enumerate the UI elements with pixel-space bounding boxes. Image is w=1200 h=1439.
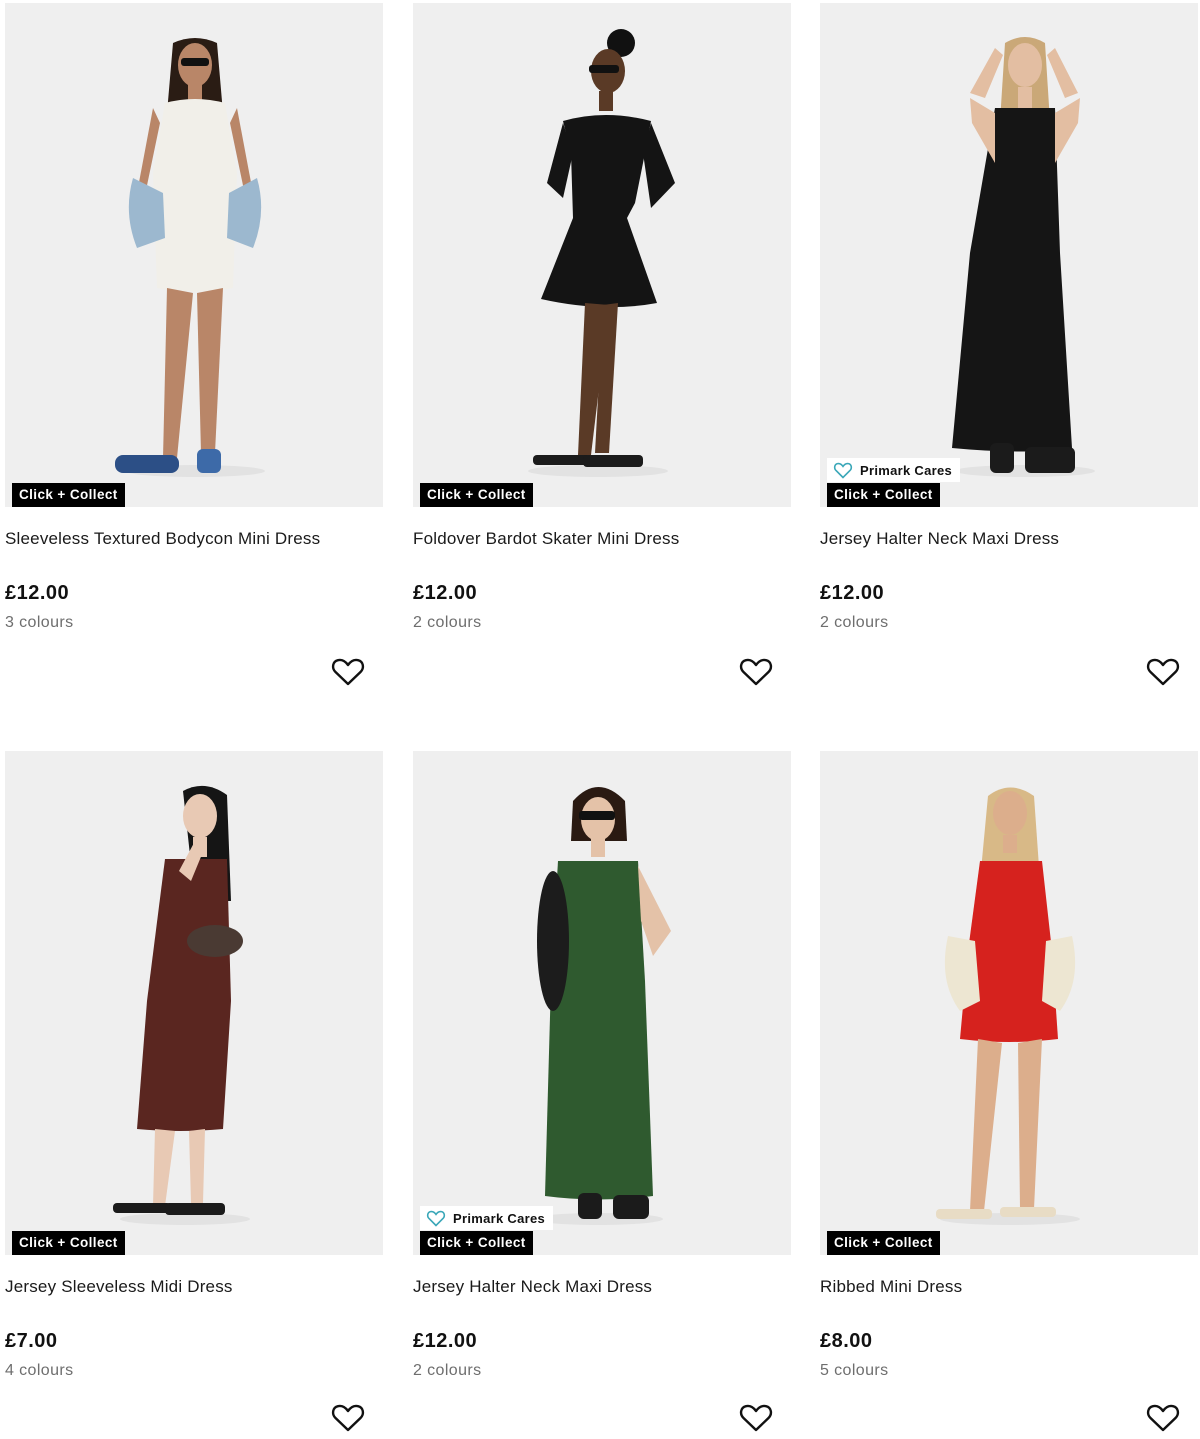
product-colours[interactable]: 4 colours (5, 1362, 383, 1380)
product-price: £8.00 (820, 1330, 873, 1352)
product-price: £12.00 (413, 1330, 478, 1352)
image-badges: Primark Cares Click + Collect (827, 458, 961, 507)
add-to-wishlist-button[interactable] (739, 1403, 773, 1433)
image-badges: Click + Collect (12, 1231, 125, 1255)
product-card[interactable]: Primark Cares Click + Collect Jersey Hal… (413, 751, 791, 1432)
heart-outline-teal-icon (833, 462, 853, 479)
product-colours[interactable]: 5 colours (820, 1362, 1198, 1380)
add-to-wishlist-button[interactable] (331, 1403, 365, 1433)
product-title[interactable]: Sleeveless Textured Bodycon Mini Dress (5, 529, 383, 549)
primark-cares-label: Primark Cares (860, 462, 953, 478)
click-collect-badge: Click + Collect (420, 1231, 533, 1255)
product-title[interactable]: Ribbed Mini Dress (820, 1277, 1198, 1297)
product-price: £12.00 (820, 582, 885, 604)
product-image[interactable]: Primark Cares Click + Collect (820, 3, 1198, 507)
primark-cares-label: Primark Cares (453, 1210, 546, 1226)
heart-outline-teal-icon (426, 1210, 446, 1227)
product-image[interactable]: Click + Collect (5, 751, 383, 1255)
product-title[interactable]: Foldover Bardot Skater Mini Dress (413, 529, 791, 549)
model-figure (936, 787, 1080, 1225)
click-collect-badge: Click + Collect (12, 483, 125, 507)
product-grid: Click + Collect Sleeveless Textured Body… (0, 0, 1200, 1439)
product-image[interactable]: Click + Collect (413, 3, 791, 507)
product-title[interactable]: Jersey Halter Neck Maxi Dress (413, 1277, 791, 1297)
add-to-wishlist-button[interactable] (739, 657, 773, 687)
heart-outline-icon (331, 658, 365, 686)
heart-outline-icon (1146, 658, 1180, 686)
model-figure (113, 785, 250, 1225)
click-collect-badge: Click + Collect (420, 483, 533, 507)
product-card[interactable]: Primark Cares Click + Collect Jersey Hal… (820, 3, 1198, 686)
product-image[interactable]: Click + Collect (820, 751, 1198, 1255)
product-colours[interactable]: 3 colours (5, 614, 383, 632)
product-card[interactable]: Click + Collect Ribbed Mini Dress £8.00 … (820, 751, 1198, 1432)
model-figure (952, 37, 1095, 477)
product-colours[interactable]: 2 colours (413, 1362, 791, 1380)
image-badges: Primark Cares Click + Collect (420, 1206, 554, 1255)
image-badges: Click + Collect (12, 483, 125, 507)
add-to-wishlist-button[interactable] (331, 657, 365, 687)
primark-cares-badge: Primark Cares (420, 1206, 554, 1230)
primark-cares-badge: Primark Cares (827, 458, 961, 482)
heart-outline-icon (739, 1404, 773, 1432)
product-image[interactable]: Click + Collect (5, 3, 383, 507)
model-figure (533, 787, 671, 1225)
click-collect-badge: Click + Collect (827, 1231, 940, 1255)
model-figure (528, 29, 675, 477)
product-title[interactable]: Jersey Sleeveless Midi Dress (5, 1277, 383, 1297)
product-title[interactable]: Jersey Halter Neck Maxi Dress (820, 529, 1198, 549)
product-card[interactable]: Click + Collect Foldover Bardot Skater M… (413, 3, 791, 686)
add-to-wishlist-button[interactable] (1146, 657, 1180, 687)
product-image[interactable]: Primark Cares Click + Collect (413, 751, 791, 1255)
product-colours[interactable]: 2 colours (413, 614, 791, 632)
add-to-wishlist-button[interactable] (1146, 1403, 1180, 1433)
image-badges: Click + Collect (827, 1231, 940, 1255)
model-figure (115, 38, 265, 477)
heart-outline-icon (331, 1404, 365, 1432)
image-badges: Click + Collect (420, 483, 533, 507)
click-collect-badge: Click + Collect (12, 1231, 125, 1255)
product-price: £7.00 (5, 1330, 58, 1352)
heart-outline-icon (739, 658, 773, 686)
product-card[interactable]: Click + Collect Sleeveless Textured Body… (5, 3, 383, 686)
product-price: £12.00 (5, 582, 70, 604)
product-price: £12.00 (413, 582, 478, 604)
product-colours[interactable]: 2 colours (820, 614, 1198, 632)
heart-outline-icon (1146, 1404, 1180, 1432)
click-collect-badge: Click + Collect (827, 483, 940, 507)
product-card[interactable]: Click + Collect Jersey Sleeveless Midi D… (5, 751, 383, 1432)
